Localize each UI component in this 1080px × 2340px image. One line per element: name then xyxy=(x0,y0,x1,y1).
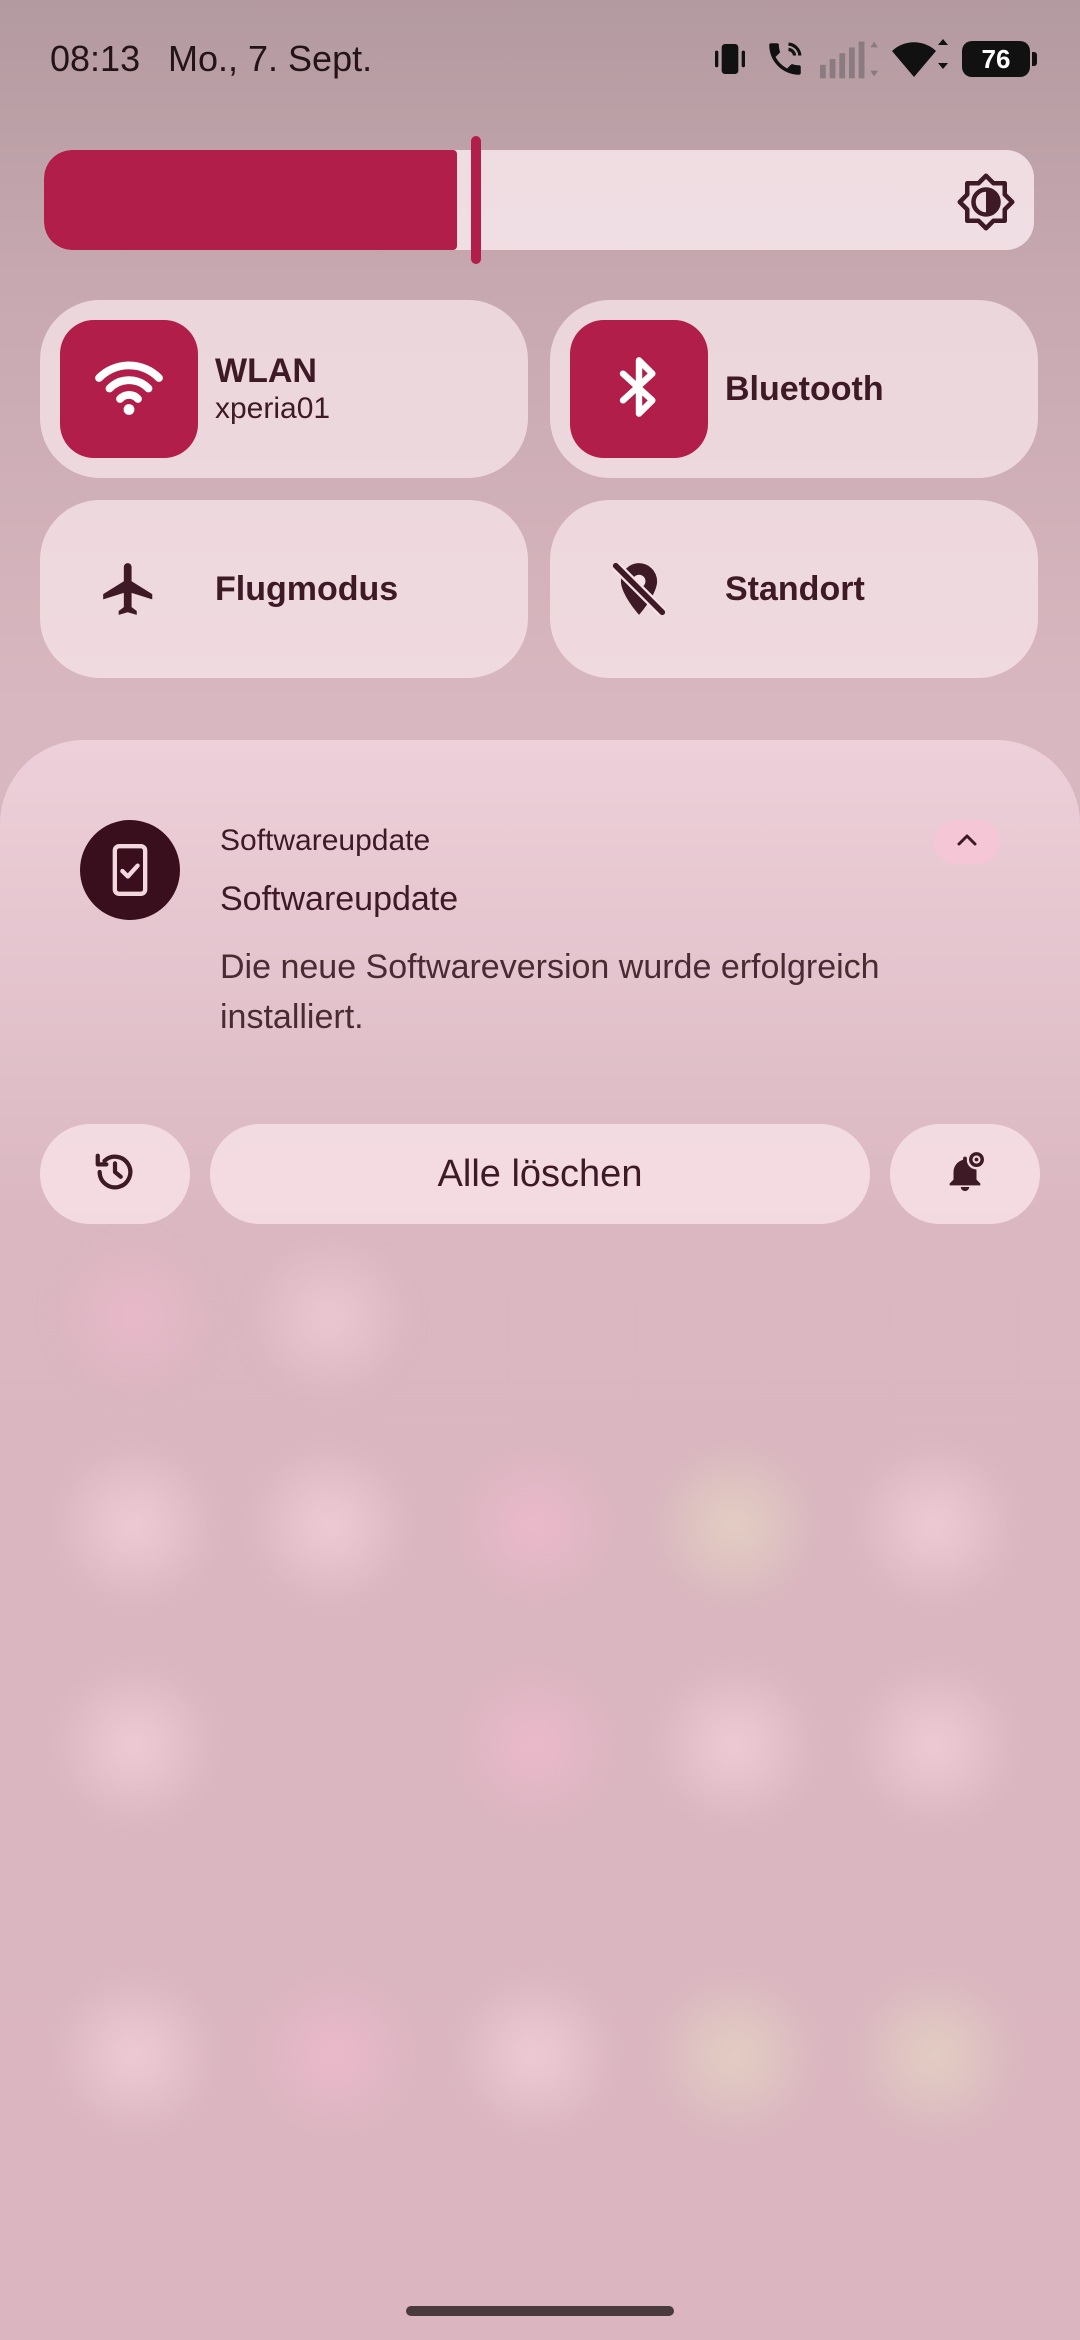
vibrate-icon xyxy=(710,39,750,79)
tile-wlan-label: WLAN xyxy=(215,352,317,390)
notification-expand-button[interactable] xyxy=(934,820,1000,864)
clear-all-label: Alle löschen xyxy=(437,1152,643,1195)
notification-settings-icon xyxy=(942,1149,988,1200)
brightness-icon xyxy=(956,172,1016,232)
tile-flugmodus-label: Flugmodus xyxy=(215,570,399,608)
battery-icon: 76 xyxy=(962,41,1037,77)
wifi-icon xyxy=(892,39,948,79)
tile-standort[interactable]: Standort xyxy=(550,500,1038,678)
gesture-navigation-bar[interactable] xyxy=(406,2306,674,2316)
wifi-icon xyxy=(93,357,165,422)
tile-wlan[interactable]: WLAN xperia01 xyxy=(40,300,528,478)
tile-bluetooth-toggle[interactable] xyxy=(570,320,708,458)
status-date: Mo., 7. Sept. xyxy=(168,38,373,79)
tile-standort-label: Standort xyxy=(725,570,865,608)
status-bar: 08:13 Mo., 7. Sept. 76 xyxy=(0,0,1080,120)
brightness-slider[interactable] xyxy=(44,136,1034,264)
tile-bluetooth-label: Bluetooth xyxy=(725,370,884,408)
status-icons: 76 xyxy=(710,36,1037,82)
notification-settings-button[interactable] xyxy=(890,1124,1040,1224)
brightness-track[interactable] xyxy=(44,150,1034,250)
airplane-icon xyxy=(96,556,162,622)
status-time: 08:13 xyxy=(50,38,141,79)
phone-check-icon xyxy=(80,820,180,920)
notification-history-button[interactable] xyxy=(40,1124,190,1224)
brightness-thumb[interactable] xyxy=(471,136,481,264)
brightness-fill xyxy=(44,150,457,250)
history-icon xyxy=(92,1149,138,1200)
clear-all-button[interactable]: Alle löschen xyxy=(210,1124,870,1224)
notification-body: Die neue Softwareversion wurde erfolgrei… xyxy=(220,948,880,1036)
notification-app-name: Softwareupdate xyxy=(220,824,431,857)
wifi-calling-icon xyxy=(764,38,806,80)
notification-title: Softwareupdate xyxy=(220,880,459,918)
cellular-signal-icon xyxy=(820,39,878,79)
bluetooth-icon xyxy=(613,355,665,424)
chevron-up-icon xyxy=(954,831,980,854)
tile-wlan-sublabel: xperia01 xyxy=(215,392,331,425)
location-off-icon xyxy=(606,556,672,622)
tile-wlan-toggle[interactable] xyxy=(60,320,198,458)
tile-flugmodus[interactable]: Flugmodus xyxy=(40,500,528,678)
tile-bluetooth[interactable]: Bluetooth xyxy=(550,300,1038,478)
